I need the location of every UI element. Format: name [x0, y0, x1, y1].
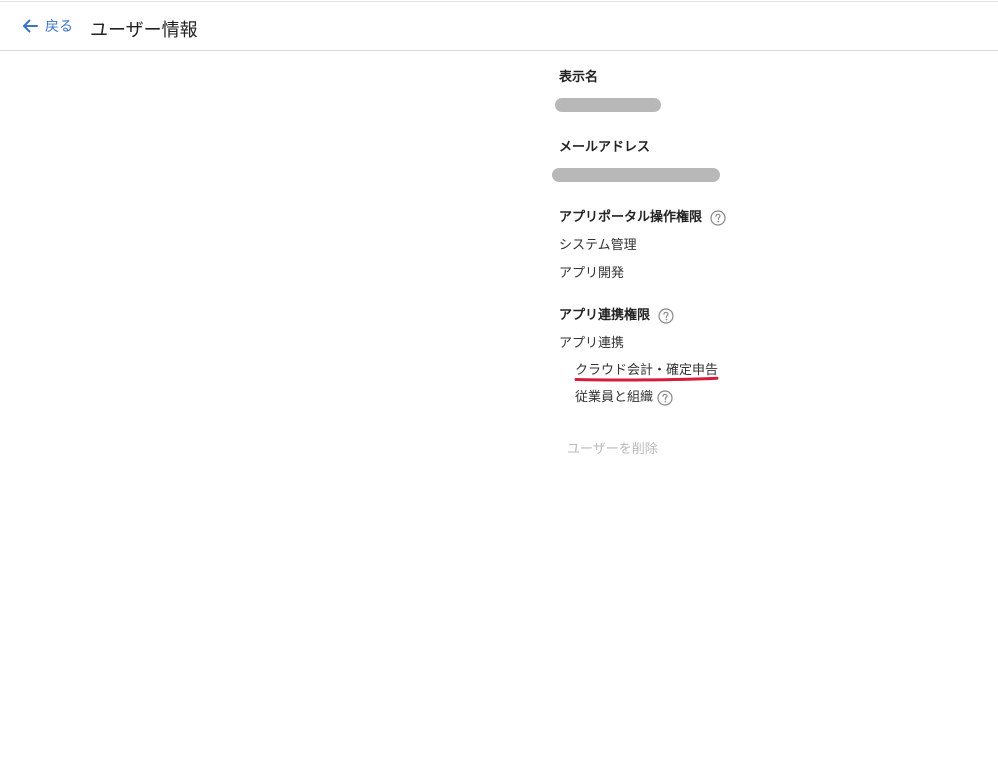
page-title: ユーザー情報: [90, 20, 198, 41]
help-icon[interactable]: [657, 390, 673, 406]
annotation-underline: [574, 376, 719, 382]
display-name-label: 表示名: [559, 70, 599, 85]
top-bar: 戻る ユーザー情報: [0, 1, 998, 51]
app-portal-permission-label: アプリポータル操作権限: [559, 208, 979, 228]
integration-employees-and-org: 従業員と組織: [559, 388, 979, 408]
arrow-left-icon: [23, 19, 38, 33]
display-name-value-redacted: [555, 98, 661, 112]
email-label: メールアドレス: [559, 140, 651, 155]
app-integration-permission-title: アプリ連携権限: [559, 308, 651, 323]
help-icon[interactable]: [658, 308, 674, 324]
integration-employees-and-org-label: 従業員と組織: [575, 390, 654, 405]
help-icon[interactable]: [710, 210, 726, 226]
back-link[interactable]: 戻る: [20, 16, 73, 36]
page: 戻る ユーザー情報 表示名 メールアドレス アプリポータル操作権限 システム管理…: [0, 0, 998, 762]
app-integration-permission-label: アプリ連携権限: [559, 306, 979, 326]
delete-user-button[interactable]: ユーザーを削除: [567, 440, 658, 460]
permission-app-development: アプリ開発: [559, 266, 625, 281]
app-portal-permission-title: アプリポータル操作権限: [559, 210, 703, 225]
user-detail-panel: 表示名 メールアドレス アプリポータル操作権限 システム管理 アプリ開発 アプリ…: [552, 68, 979, 408]
permission-system-admin: システム管理: [559, 238, 637, 253]
permission-app-integration: アプリ連携: [559, 336, 625, 351]
back-label: 戻る: [45, 19, 73, 35]
email-value-redacted: [552, 168, 720, 182]
